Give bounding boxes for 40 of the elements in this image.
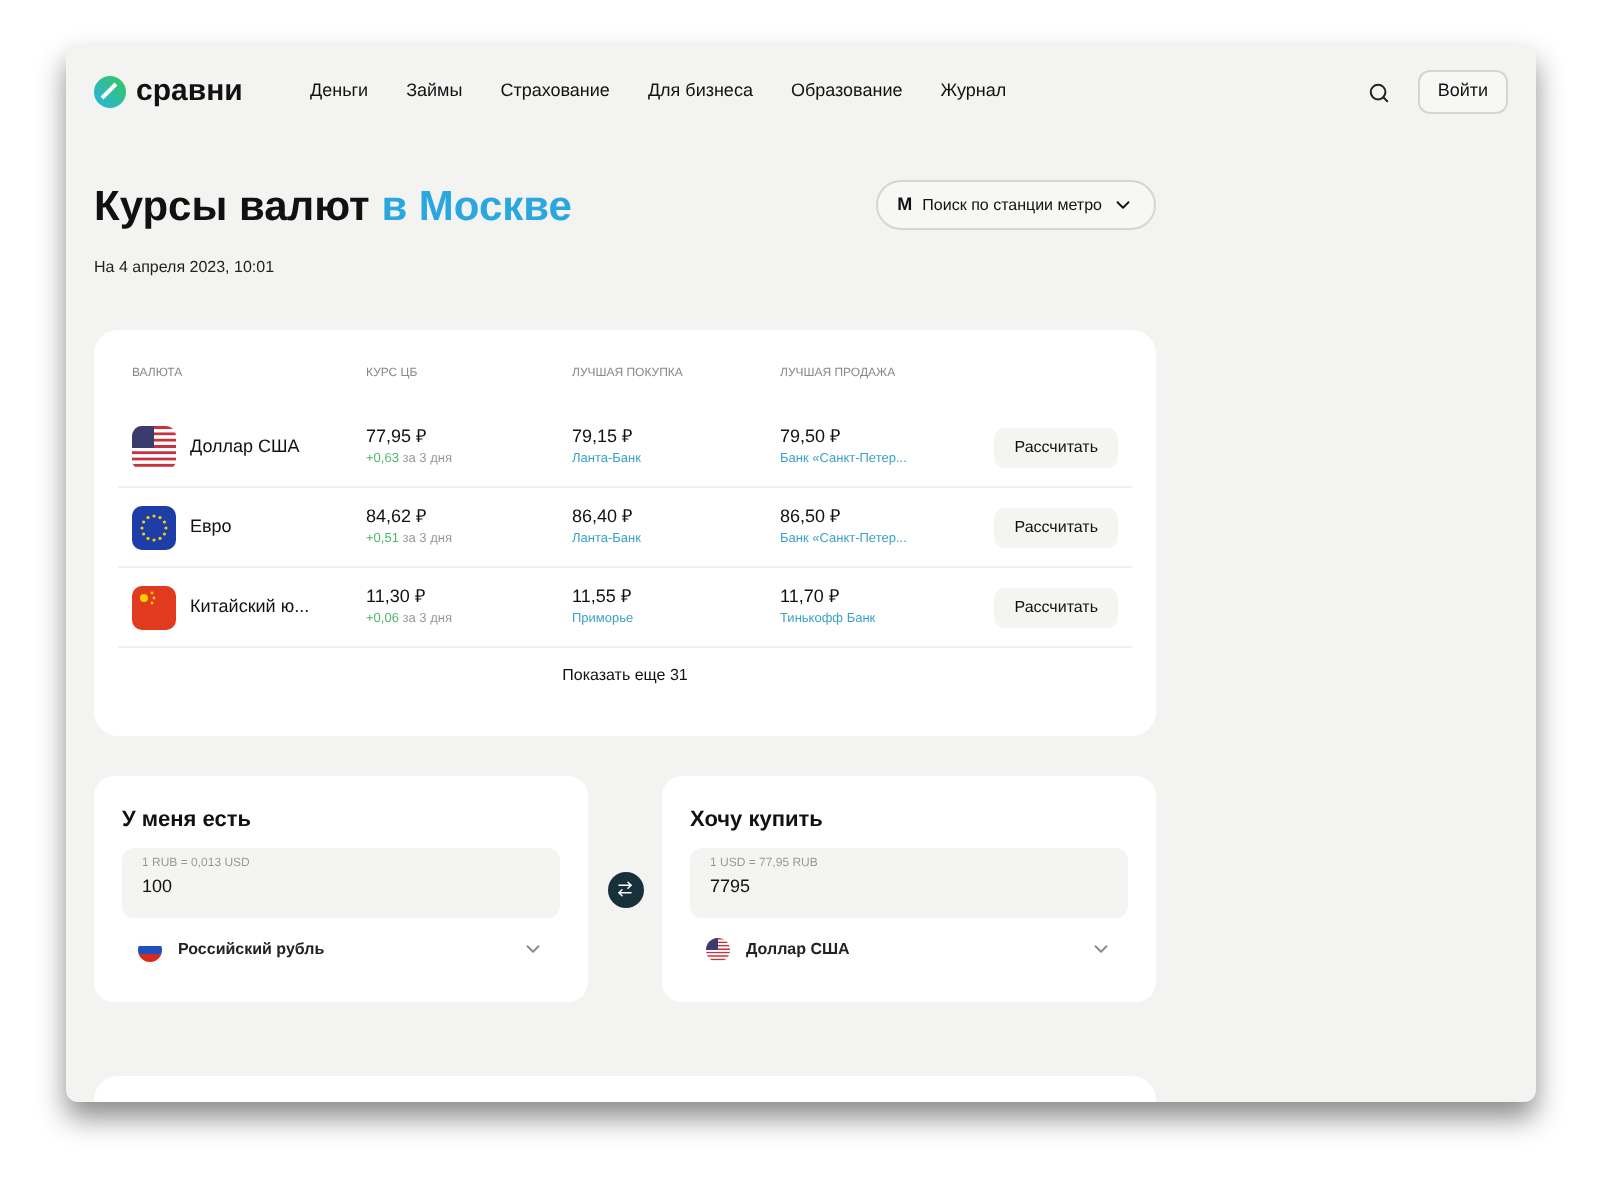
swap-button[interactable] [607,871,643,907]
flag-icon [138,937,162,961]
calculate-button[interactable]: Рассчитать [994,427,1118,467]
swap-icon [616,880,634,898]
show-more-button[interactable]: Показать еще 31 [562,664,688,688]
currency-name: Доллар США [190,433,300,460]
nav-link[interactable]: Образование [790,78,903,106]
currency-name: Китайский ю... [190,593,310,620]
logo-icon [94,76,126,108]
cb-rate: 77,95 ₽ [366,423,429,450]
metro-dropdown[interactable]: М Поиск по станции метро [875,180,1156,230]
currency-select[interactable]: Российский рубль [122,937,560,961]
buy-rate: 79,15 ₽ [572,423,635,450]
cb-rate: 84,62 ₽ [366,503,429,530]
currency-select[interactable]: Доллар США [690,937,1128,961]
nav-link[interactable]: Деньги [310,78,369,106]
flag-icon [706,937,730,961]
nav-link[interactable]: Для бизнеса [647,78,753,106]
converter-title: У меня есть [122,806,254,836]
buy-rate: 86,40 ₽ [572,503,635,530]
flag-icon [132,425,176,469]
cb-rate: 11,30 ₽ [366,583,427,610]
nav-link[interactable]: Журнал [940,78,1007,106]
login-button[interactable]: Войти [1417,70,1508,114]
sell-rate: 86,50 ₽ [780,503,843,530]
buy-rate: 11,55 ₽ [572,583,633,610]
search-icon[interactable] [1367,81,1390,103]
flag-icon [132,505,176,549]
flag-icon [132,585,176,629]
logo-text[interactable]: сравни [136,69,243,115]
nav-link[interactable]: Займы [406,78,463,106]
calculate-button[interactable]: Рассчитать [994,507,1118,547]
nav-link[interactable]: Страхование [500,78,610,106]
page-title: Курсы валют в Москве [94,186,572,228]
sell-rate: 11,70 ₽ [780,583,841,610]
sell-rate: 79,50 ₽ [780,423,843,450]
currency-name: Евро [190,513,232,540]
date-text: На 4 апреля 2023, 10:01 [94,256,277,280]
converter-title: Хочу купить [690,806,825,836]
calculate-button[interactable]: Рассчитать [994,587,1118,627]
